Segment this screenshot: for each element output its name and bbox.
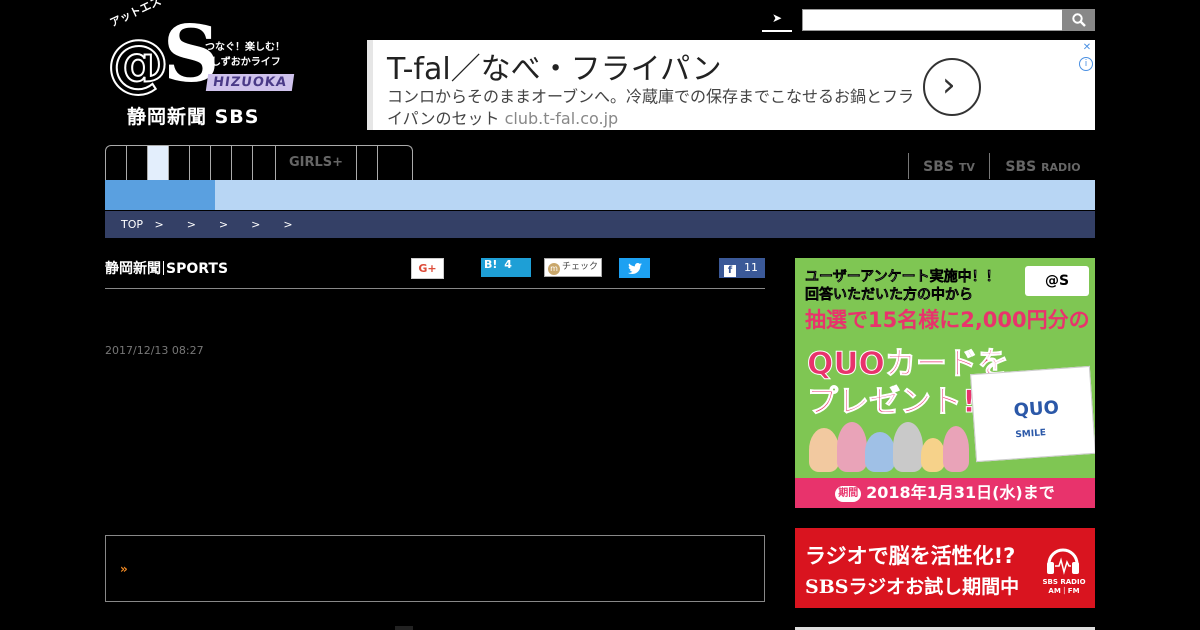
nav-tab-1[interactable] xyxy=(106,146,127,180)
ad-body: コンロからそのままオーブンへ。冷蔵庫での保存までこなせるお鍋とフライパンのセット… xyxy=(387,86,917,130)
logo-tagline-1: つなぐ！楽しむ！ xyxy=(205,42,285,53)
ad-url[interactable]: club.t-fal.co.jp xyxy=(505,109,619,128)
header-divider xyxy=(105,288,765,289)
mixi-label: チェック xyxy=(562,262,599,272)
search-input[interactable] xyxy=(802,9,1066,31)
facebook-count: 11 xyxy=(744,261,758,274)
sbs-tv-label: SBS xyxy=(923,159,954,175)
twitter-share-button[interactable] xyxy=(619,258,650,278)
source-logo: 静岡新聞 SPORTS xyxy=(105,258,228,278)
quo-period: 期間 2018年1月31日(水)まで xyxy=(795,478,1095,508)
ad-body-text: コンロからそのままオーブンへ。冷蔵庫での保存までこなせるお鍋とフライパンのセット xyxy=(387,87,915,128)
logo-wordmark: 静岡新聞 SBS xyxy=(127,106,260,128)
quo-banner-logo: @S xyxy=(1025,266,1089,296)
quo-card-smile: SMILE xyxy=(1015,428,1047,441)
people-illustration xyxy=(809,416,969,472)
quo-line-2: 回答いただいた方の中から xyxy=(805,287,974,304)
person-figure xyxy=(943,426,969,472)
related-links-box: » xyxy=(105,535,765,602)
breadcrumb: TOP > > > > > xyxy=(105,211,1095,238)
quo-line-1: ユーザーアンケート実施中！！ xyxy=(805,269,1000,286)
nav-tab-4[interactable] xyxy=(169,146,190,180)
arrow-bullet-icon[interactable]: » xyxy=(120,562,128,576)
radio-icon-label: SBS RADIO AM｜FM xyxy=(1039,578,1089,596)
nav-tab-7[interactable] xyxy=(232,146,253,180)
person-figure xyxy=(837,422,867,472)
radio-icon-label-2: AM｜FM xyxy=(1048,587,1080,595)
ad-info-icon[interactable]: i xyxy=(1079,57,1093,71)
hatena-bookmark-button[interactable]: B! 4 xyxy=(481,258,531,277)
sub-nav xyxy=(105,180,1095,210)
logo-tagline-2: しずおかライフ xyxy=(211,57,281,68)
mixi-icon: m xyxy=(548,263,560,275)
source-logo-section: SPORTS xyxy=(166,261,229,277)
ad-side-bar xyxy=(367,40,373,130)
source-logo-separator xyxy=(163,261,164,275)
facebook-icon: f xyxy=(724,265,736,277)
sbs-tv-link[interactable]: SBS TV xyxy=(908,153,989,179)
search-button[interactable] xyxy=(1062,9,1095,31)
nav-tab-10[interactable] xyxy=(357,146,378,180)
quo-line-3: 抽選で15名様に2,000円分の xyxy=(805,308,1090,332)
quo-card-title: QUO xyxy=(1012,397,1060,422)
headphones-icon xyxy=(1047,548,1079,575)
radio-icon-label-1: SBS RADIO xyxy=(1042,578,1086,586)
nav-tab-2[interactable] xyxy=(127,146,148,180)
site-logo[interactable]: アットエス @ S つなぐ！楽しむ！ しずおかライフ HIZUOKA 静岡新聞 … xyxy=(105,0,295,128)
search-icon xyxy=(1072,13,1086,27)
radio-line-1: ラジオで脳を活性化!? xyxy=(805,544,1016,568)
quo-line-5: プレゼント!! xyxy=(806,384,991,421)
article-date: 2017/12/13 08:27 xyxy=(105,344,204,357)
twitter-bird-icon xyxy=(628,263,642,274)
sub-nav-active-item[interactable] xyxy=(105,180,215,210)
quo-card-image: QUO SMILE xyxy=(970,365,1095,463)
quo-period-tag: 期間 xyxy=(835,486,862,502)
nav-tab-girls[interactable]: GIRLS+ xyxy=(276,146,357,180)
nav-tab-11[interactable] xyxy=(378,146,412,180)
radio-line-2: SBSラジオお試し期間中 xyxy=(805,576,1020,598)
ad-headline[interactable]: T-fal／なべ・フライパン xyxy=(387,44,722,88)
source-logo-paper: 静岡新聞 xyxy=(105,261,161,277)
nav-tab-8[interactable] xyxy=(253,146,276,180)
sbs-radio-label-small: RADIO xyxy=(1041,161,1081,174)
hatena-count: 4 xyxy=(504,258,512,271)
google-plus-share-button[interactable]: G+ xyxy=(411,258,444,279)
quo-card-campaign-banner[interactable]: ユーザーアンケート実施中！！ 回答いただいた方の中から @S 抽選で15名様に2… xyxy=(795,258,1095,508)
facebook-share-button[interactable]: f 11 xyxy=(719,258,765,278)
mixi-check-button[interactable]: m チェック xyxy=(544,258,602,277)
person-figure xyxy=(921,438,945,472)
content-fragment xyxy=(395,626,413,630)
menu-arrow-icon[interactable]: ➤ xyxy=(762,10,792,32)
chevron-right-icon: › xyxy=(942,65,956,105)
sbs-radio-link[interactable]: SBS RADIO xyxy=(989,153,1096,179)
hatena-icon: B! xyxy=(484,258,498,271)
logo-at: @ xyxy=(106,26,170,99)
person-figure xyxy=(865,432,895,472)
nav-tab-5[interactable] xyxy=(190,146,211,180)
nav-tab-3[interactable] xyxy=(148,146,169,180)
ad-close-icon[interactable]: ✕ xyxy=(1081,42,1093,54)
ad-arrow-button[interactable]: › xyxy=(923,58,981,116)
person-figure xyxy=(809,428,839,472)
main-nav: GIRLS+ xyxy=(105,145,413,180)
sbs-tv-label-small: TV xyxy=(958,161,975,174)
ad-banner[interactable]: T-fal／なべ・フライパン コンロからそのままオーブンへ。冷蔵庫での保存までこ… xyxy=(367,40,1095,130)
person-figure xyxy=(893,422,923,472)
logo-hizuoka: HIZUOKA xyxy=(205,74,295,91)
nav-tab-6[interactable] xyxy=(211,146,232,180)
quo-period-text: 2018年1月31日(水)まで xyxy=(866,483,1055,502)
breadcrumb-items[interactable]: TOP > > > > > xyxy=(121,211,293,238)
sbs-radio-banner[interactable]: ラジオで脳を活性化!? SBSラジオお試し期間中 SBS RADIO AM｜FM xyxy=(795,528,1095,608)
sbs-radio-label: SBS xyxy=(1005,159,1037,175)
